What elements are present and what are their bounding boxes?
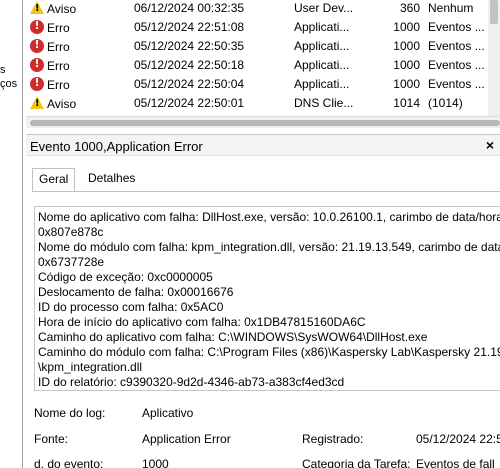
description-line: Caminho do aplicativo com falha: C:\WIND… [38,330,428,344]
event-level: Aviso [47,2,77,16]
event-date: 05/12/2024 22:50:35 [134,39,245,53]
recorded-value: 05/12/2024 22:5 [416,432,500,446]
warning-icon [30,96,44,109]
tab-geral[interactable]: Geral [32,168,76,192]
error-icon [30,20,44,34]
recorded-label: Registrado: [302,432,364,446]
description-line: ID do relatório: c9390320-9d2d-4346-ab73… [38,375,345,389]
event-date: 05/12/2024 22:50:04 [134,77,245,91]
description-line: Código de exceção: 0xc0000005 [38,270,213,284]
event-id: 1014 [393,96,420,110]
event-source: Applicati... [294,58,350,72]
description-line: ID do processo com falha: 0x5AC0 [38,300,224,314]
log-name-label: Nome do log: [34,406,106,420]
event-id-label: d. do evento: [34,457,104,468]
event-date: 06/12/2024 00:32:35 [134,1,245,15]
panel-divider [22,0,23,468]
details-pane: Geral Detalhes Nome do aplicativo com fa… [26,156,500,468]
source-value: Application Error [142,432,231,446]
event-list-hscroll-thumb[interactable] [30,120,500,126]
details-header: Evento 1000,Application Error × [26,134,500,156]
event-date: 05/12/2024 22:50:01 [134,96,245,110]
event-row[interactable]: Aviso 05/12/2024 22:50:01 DNS Clie... 10… [26,95,500,112]
event-id: 1000 [393,20,420,34]
left-panel-text-1: s [0,64,6,76]
event-list-vscroll-thumb[interactable] [490,0,498,24]
event-id: 1000 [393,39,420,53]
event-level: Aviso [47,97,77,111]
log-name-value: Aplicativo [142,406,194,420]
event-id: 360 [399,1,420,15]
source-label: Fonte: [34,432,69,446]
description-line: Nome do módulo com falha: kpm_integratio… [38,240,500,254]
event-row[interactable]: Erro 05/12/2024 22:51:08 Applicati... 10… [26,19,500,36]
description-line: Nome do aplicativo com falha: DllHost.ex… [38,210,500,224]
event-row[interactable]: Erro 05/12/2024 22:50:04 Applicati... 10… [26,76,500,93]
event-source: Applicati... [294,77,350,91]
event-id-value: 1000 [142,457,169,468]
close-icon[interactable]: × [486,137,494,153]
event-source: Applicati... [294,20,350,34]
tab-detalhes[interactable]: Detalhes [82,168,141,190]
error-icon [30,39,44,53]
event-source: User Dev... [294,1,354,15]
event-id: 1000 [393,58,420,72]
event-row[interactable]: Erro 05/12/2024 22:50:35 Applicati... 10… [26,38,500,55]
description-line: 0x6737728e [38,255,105,269]
task-category-value: Eventos de fall [416,457,495,468]
event-row[interactable]: Aviso 06/12/2024 00:32:35 User Dev... 36… [26,0,500,17]
event-level: Erro [47,78,70,92]
event-list-hscroll[interactable] [26,116,500,128]
warning-icon [30,1,44,14]
event-level: Erro [47,59,70,73]
event-list: Aviso 06/12/2024 00:32:35 User Dev... 36… [26,0,500,116]
event-source: Applicati... [294,39,350,53]
left-panel: s ços [0,0,22,468]
error-icon [30,77,44,91]
details-title: Evento 1000,Application Error [30,139,203,154]
event-source: DNS Clie... [294,96,354,110]
event-id: 1000 [393,77,420,91]
description-line: Deslocamento de falha: 0x00016676 [38,285,234,299]
event-level: Erro [47,40,70,54]
error-icon [30,58,44,72]
description-line: Caminho do módulo com falha: C:\Program … [38,345,500,359]
event-date: 05/12/2024 22:51:08 [134,20,245,34]
description-line: 0x807e878c [38,225,104,239]
left-panel-text-2: ços [0,78,18,90]
description-line: Hora de início do aplicativo com falha: … [38,315,366,329]
tab-underline [32,191,500,192]
task-category-label: Categoria da Tarefa: [302,457,411,468]
event-row[interactable]: Erro 05/12/2024 22:50:18 Applicati... 10… [26,57,500,74]
event-level: Erro [47,21,70,35]
event-date: 05/12/2024 22:50:18 [134,58,245,72]
description-line: \kpm_integration.dll [38,360,143,374]
event-description[interactable]: Nome do aplicativo com falha: DllHost.ex… [34,206,500,391]
